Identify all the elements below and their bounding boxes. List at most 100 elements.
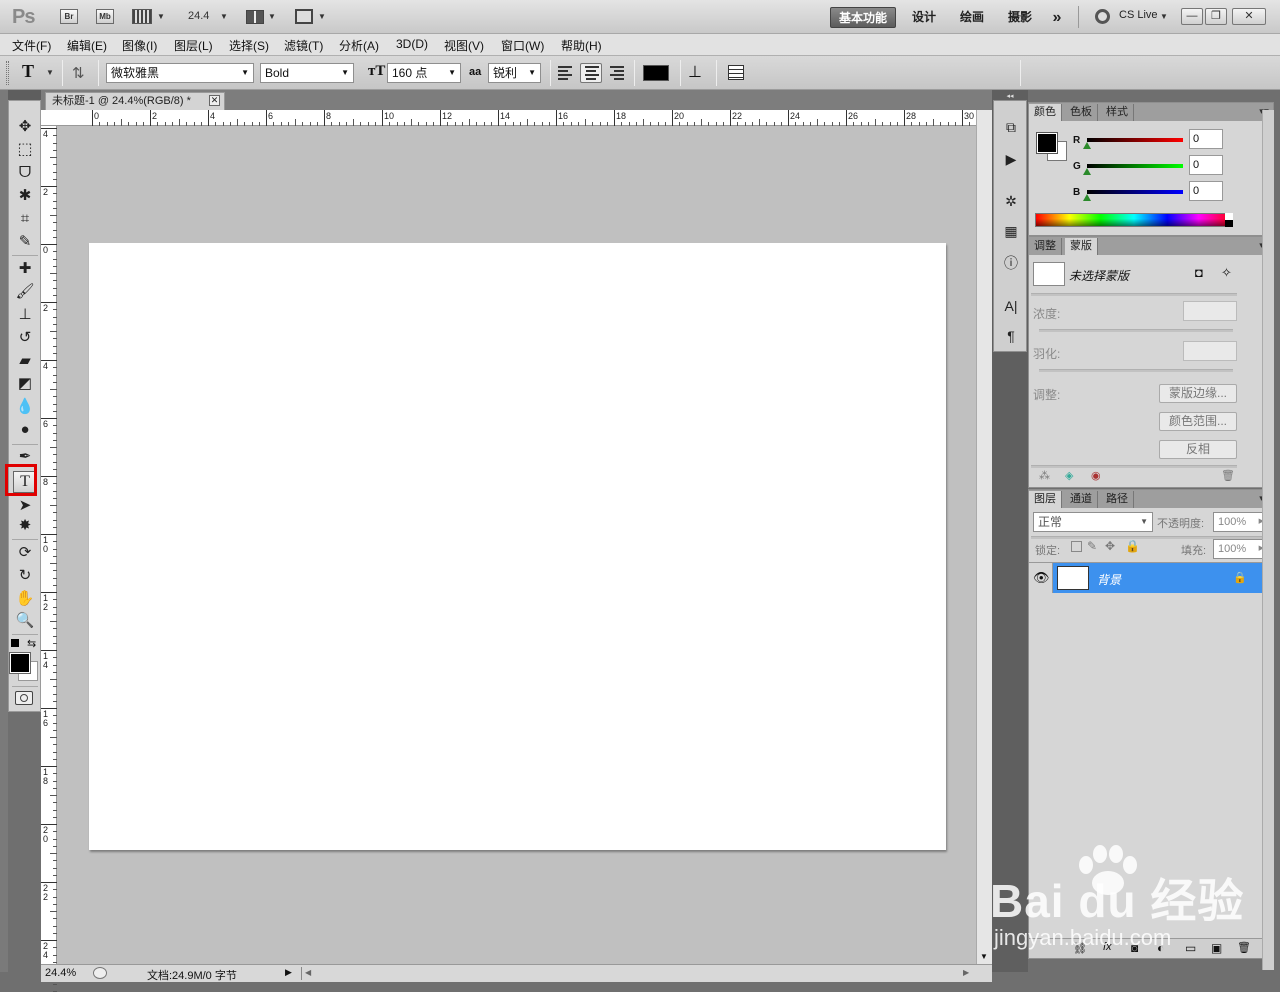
paragraph-panel-icon[interactable]: ¶ (1001, 326, 1021, 346)
hand-tool-icon[interactable]: ✋ (13, 589, 37, 609)
chevron-down-icon[interactable]: ▼ (268, 12, 276, 21)
close-button[interactable]: ✕ (1232, 8, 1266, 25)
scroll-left-icon[interactable]: ◀ (305, 968, 311, 977)
screen-mode-icon[interactable] (295, 9, 313, 24)
workspace-painting[interactable]: 绘画 (952, 7, 992, 28)
delete-mask-icon[interactable]: 🗑 (1221, 469, 1235, 482)
green-slider-thumb[interactable] (1083, 168, 1091, 175)
feather-field[interactable] (1183, 341, 1237, 361)
3d-rotate-tool-icon[interactable]: ⟳ (13, 543, 37, 563)
bridge-button[interactable]: Br (60, 9, 78, 24)
minimize-button[interactable]: — (1181, 8, 1203, 25)
restore-button[interactable]: ❐ (1205, 8, 1227, 25)
custom-shape-tool-icon[interactable]: ✸ (13, 516, 37, 536)
eraser-tool-icon[interactable]: ▰ (13, 351, 37, 371)
collapse-dock-icon[interactable]: ◂◂ (993, 92, 1027, 100)
blue-slider[interactable] (1087, 190, 1183, 194)
mask-edge-button[interactable]: 蒙版边缘... (1159, 384, 1237, 403)
green-slider[interactable] (1087, 164, 1183, 168)
menu-file[interactable]: 文件(F) (12, 37, 51, 54)
layer-style-icon[interactable]: fx (1103, 941, 1112, 953)
workspace-essentials[interactable]: 基本功能 (830, 7, 896, 28)
eye-icon[interactable]: 👁 (1033, 570, 1050, 586)
actions-panel-icon[interactable]: ▶ (1001, 149, 1021, 169)
tab-styles[interactable]: 样式 (1101, 104, 1134, 121)
menu-edit[interactable]: 编辑(E) (67, 37, 107, 54)
green-input[interactable]: 0 (1189, 155, 1223, 175)
lock-all-icon[interactable]: 🔒 (1125, 539, 1140, 553)
crop-tool-icon[interactable]: ⌗ (13, 209, 37, 229)
3d-orbit-tool-icon[interactable]: ↻ (13, 566, 37, 586)
warp-text-icon[interactable]: ⊥ (688, 62, 702, 82)
align-center-icon[interactable] (580, 63, 602, 83)
font-family-select[interactable]: 微软雅黑 ▼ (106, 63, 254, 83)
menu-layer[interactable]: 图层(L) (174, 37, 213, 54)
red-slider[interactable] (1087, 138, 1183, 142)
align-right-icon[interactable] (606, 63, 628, 83)
red-input[interactable]: 0 (1189, 129, 1223, 149)
new-layer-icon[interactable]: ▣ (1211, 941, 1222, 955)
info-panel-icon[interactable]: ⓘ (1001, 253, 1021, 273)
history-panel-icon[interactable]: ⧉ (1001, 117, 1021, 137)
menu-help[interactable]: 帮助(H) (561, 37, 602, 54)
vertical-ruler[interactable]: 4 2 0 2 4 6 8 10 12 14 16 18 20 22 24 (41, 126, 57, 992)
disable-mask-icon[interactable]: ◉ (1091, 469, 1101, 482)
align-left-icon[interactable] (554, 63, 576, 83)
more-workspaces-icon[interactable]: » (1046, 7, 1068, 28)
layer-row-background[interactable]: 👁 背景 🔒 (1029, 563, 1273, 593)
lasso-tool-icon[interactable]: ᗜ (13, 163, 37, 183)
chevron-down-icon[interactable]: ▼ (46, 68, 54, 77)
lock-position-icon[interactable]: ✥ (1105, 539, 1115, 553)
visibility-toggle[interactable]: 👁 (1029, 563, 1053, 593)
navigator-panel-icon[interactable]: ✲ (1001, 191, 1021, 211)
text-color-swatch[interactable] (643, 65, 669, 81)
panel-scrollbar[interactable] (1262, 110, 1274, 970)
workspace-photography[interactable]: 摄影 (1000, 7, 1040, 28)
spectrum-white[interactable] (1225, 213, 1233, 220)
workspace-design[interactable]: 设计 (904, 7, 944, 28)
healing-brush-tool-icon[interactable]: ✚ (13, 259, 37, 279)
brush-tool-icon[interactable]: 🖌 (13, 282, 37, 302)
character-panel-icon[interactable]: A| (1001, 296, 1021, 316)
clone-stamp-tool-icon[interactable]: ⊥ (13, 305, 37, 325)
tab-channels[interactable]: 通道 (1065, 491, 1098, 508)
character-panel-icon[interactable] (728, 65, 744, 80)
menu-filter[interactable]: 滤镜(T) (284, 37, 323, 54)
eyedropper-tool-icon[interactable]: ✎ (13, 232, 37, 252)
status-menu-icon[interactable]: ▶ (285, 967, 292, 978)
zoom-tool-icon[interactable]: 🔍 (13, 611, 37, 631)
tab-layers[interactable]: 图层 (1029, 491, 1062, 508)
swap-colors-icon[interactable]: ⇆ (27, 637, 36, 650)
move-tool-icon[interactable]: ✥ (13, 117, 37, 137)
blue-slider-thumb[interactable] (1083, 194, 1091, 201)
status-icon[interactable] (93, 967, 107, 979)
close-icon[interactable]: ✕ (209, 95, 220, 106)
antialias-select[interactable]: 锐利 ▼ (488, 63, 541, 83)
spectrum-black[interactable] (1225, 220, 1233, 227)
font-style-select[interactable]: Bold ▼ (260, 63, 354, 83)
menu-analysis[interactable]: 分析(A) (339, 37, 379, 54)
lock-transparent-icon[interactable] (1071, 541, 1082, 552)
adjustment-layer-icon[interactable]: ◐ (1157, 941, 1164, 955)
paint-bucket-tool-icon[interactable]: ◩ (13, 374, 37, 394)
fill-field[interactable]: 100%▶ (1213, 539, 1269, 559)
font-size-select[interactable]: 160 点 ▼ (387, 63, 461, 83)
layer-name[interactable]: 背景 (1097, 571, 1121, 588)
zoom-level[interactable]: 24.4 (188, 10, 209, 22)
arrange-documents-icon[interactable] (246, 10, 264, 24)
mask-thumbnail[interactable] (1033, 262, 1065, 286)
chevron-down-icon[interactable]: ▼ (1160, 12, 1168, 21)
red-slider-thumb[interactable] (1083, 142, 1091, 149)
vertical-scrollbar[interactable]: ▼ (976, 110, 992, 964)
zoom-percentage[interactable]: 24.4% (45, 967, 76, 979)
menu-image[interactable]: 图像(I) (122, 37, 157, 54)
invert-button[interactable]: 反相 (1159, 440, 1237, 459)
foreground-color-swatch[interactable] (9, 652, 31, 674)
color-range-button[interactable]: 颜色范围... (1159, 412, 1237, 431)
histogram-panel-icon[interactable]: ▦ (1001, 221, 1021, 241)
add-vector-mask-icon[interactable]: ✧ (1221, 265, 1232, 281)
cs-live-icon[interactable] (1095, 9, 1110, 24)
menu-3d[interactable]: 3D(D) (396, 37, 428, 51)
blend-mode-select[interactable]: 正常 ▼ (1033, 512, 1153, 532)
marquee-tool-icon[interactable]: ⬚ (13, 140, 37, 160)
